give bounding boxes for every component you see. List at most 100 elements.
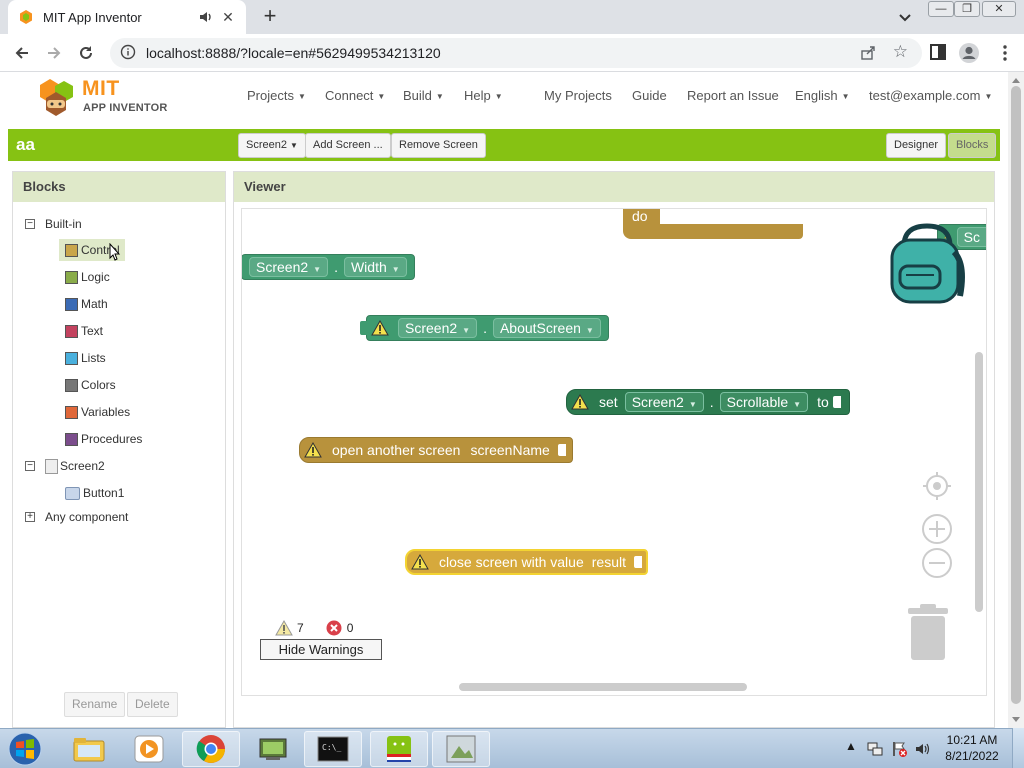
hide-warnings-button[interactable]: Hide Warnings <box>260 639 382 660</box>
menu-build[interactable]: Build ▼ <box>403 88 444 103</box>
show-desktop-button[interactable] <box>1012 728 1024 768</box>
command-prompt-icon[interactable]: C:\_ <box>304 731 362 767</box>
close-screen-label: close screen with value <box>439 554 584 570</box>
workspace-horizontal-scrollbar[interactable] <box>459 683 747 691</box>
zoom-out-icon[interactable] <box>921 547 953 579</box>
chrome-icon[interactable] <box>182 731 240 767</box>
trash-can-icon[interactable] <box>906 604 950 662</box>
bookmark-star-icon[interactable]: ☆ <box>893 42 908 62</box>
file-explorer-icon[interactable] <box>60 731 118 767</box>
drawer-text[interactable]: Text <box>65 320 103 342</box>
device-manager-icon[interactable] <box>244 731 302 767</box>
new-tab-icon[interactable]: + <box>258 5 282 29</box>
warning-icon[interactable] <box>371 320 389 336</box>
minimize-window-icon[interactable]: — <box>928 1 954 17</box>
drawer-logic[interactable]: Logic <box>65 266 110 288</box>
browser-tabstrip: MIT App Inventor ✕ + — ❐ ✕ <box>0 0 1024 34</box>
component-dropdown[interactable]: Screen2 ▼ <box>398 318 478 338</box>
rename-button[interactable]: Rename <box>64 692 126 717</box>
svg-text:C:\_: C:\_ <box>322 743 341 752</box>
about-screen-getter-block[interactable]: Screen2 ▼ . AboutScreen ▼ <box>366 315 609 341</box>
tree-button1[interactable]: Button1 <box>65 482 124 504</box>
warning-icon[interactable] <box>571 394 589 410</box>
close-screen-param: result <box>591 554 626 570</box>
drawer-math[interactable]: Math <box>65 293 108 315</box>
speaker-icon[interactable] <box>198 9 214 25</box>
recenter-icon[interactable] <box>921 470 953 502</box>
component-dropdown[interactable]: Screen2 ▼ <box>249 257 329 277</box>
blocks-button[interactable]: Blocks <box>948 133 997 158</box>
close-window-icon[interactable]: ✕ <box>982 1 1016 17</box>
forward-arrow-icon[interactable] <box>42 41 66 65</box>
menu-help[interactable]: Help ▼ <box>464 88 503 103</box>
add-screen-button[interactable]: Add Screen ... <box>305 133 391 158</box>
backpack-icon[interactable] <box>884 220 970 306</box>
menu-projects[interactable]: Projects ▼ <box>247 88 306 103</box>
property-dropdown[interactable]: Width ▼ <box>343 257 407 277</box>
app-header: MIT APP INVENTOR Projects ▼ Connect ▼ Buil… <box>0 72 1008 122</box>
url-text[interactable]: localhost:8888/?locale=en#56294995342131… <box>146 45 441 61</box>
mit-app-inventor-logo[interactable]: MIT APP INVENTOR <box>36 76 171 118</box>
drawer-procedures[interactable]: Procedures <box>65 428 142 450</box>
drawer-colors[interactable]: Colors <box>65 374 116 396</box>
designer-button[interactable]: Designer <box>886 133 947 158</box>
screen-select[interactable]: Screen2 ▼ <box>238 133 306 158</box>
collapse-icon: − <box>25 461 35 471</box>
side-panel-icon[interactable] <box>928 42 950 64</box>
menu-account[interactable]: test@example.com ▼ <box>869 88 992 103</box>
scroll-down-icon[interactable] <box>1012 717 1020 722</box>
browser-tab[interactable]: MIT App Inventor ✕ <box>8 0 246 34</box>
clock-date: 8/21/2022 <box>945 749 999 763</box>
windows-start-icon[interactable] <box>4 731 46 767</box>
link-my-projects[interactable]: My Projects <box>544 88 612 103</box>
action-center-flag-icon[interactable] <box>890 740 908 758</box>
set-scrollable-block[interactable]: set Screen2 ▼ . Scrollable ▼ to <box>566 389 850 415</box>
profile-avatar-icon[interactable] <box>958 42 980 64</box>
scroll-up-icon[interactable] <box>1012 78 1020 83</box>
property-dropdown[interactable]: AboutScreen ▼ <box>492 318 601 338</box>
show-hidden-icons[interactable]: ▲ <box>845 739 857 753</box>
page-scrollbar-thumb[interactable] <box>1011 86 1021 704</box>
restore-window-icon[interactable]: ❐ <box>954 1 980 17</box>
close-screen-with-value-block[interactable]: close screen with value result <box>405 549 648 575</box>
share-icon[interactable] <box>860 45 876 61</box>
viewer-title: Viewer <box>234 172 994 202</box>
screen-width-getter-block[interactable]: Screen2 ▼ . Width ▼ <box>242 254 415 280</box>
back-arrow-icon[interactable] <box>10 41 34 65</box>
reload-icon[interactable] <box>74 41 98 65</box>
browser-menu-icon[interactable] <box>994 42 1016 64</box>
open-another-screen-block[interactable]: open another screen screenName <box>299 437 573 463</box>
volume-icon[interactable] <box>914 740 932 758</box>
warning-icon[interactable] <box>304 442 322 458</box>
drawer-variables[interactable]: Variables <box>65 401 130 423</box>
chevron-down-icon: ▼ <box>494 92 503 102</box>
system-clock[interactable]: 10:21 AM 8/21/2022 <box>936 732 1008 764</box>
app-window-icon[interactable] <box>432 731 490 767</box>
tree-screen2[interactable]: − Screen2 <box>25 455 105 477</box>
tree-any-component[interactable]: + Any component <box>25 506 128 528</box>
media-player-icon[interactable] <box>120 731 178 767</box>
workspace-vertical-scrollbar[interactable] <box>975 352 983 612</box>
component-dropdown[interactable]: Screen2 ▼ <box>624 392 704 412</box>
page-scrollbar[interactable] <box>1008 72 1024 728</box>
zoom-in-icon[interactable] <box>921 513 953 545</box>
site-info-icon[interactable] <box>120 44 136 63</box>
close-tab-icon[interactable]: ✕ <box>220 9 236 26</box>
event-block-partial[interactable]: do <box>623 209 803 239</box>
network-icon[interactable] <box>866 740 884 758</box>
warning-icon[interactable] <box>411 554 429 570</box>
property-dropdown[interactable]: Scrollable ▼ <box>719 392 809 412</box>
remove-screen-button[interactable]: Remove Screen <box>391 133 486 158</box>
address-bar[interactable]: localhost:8888/?locale=en#56294995342131… <box>110 38 922 68</box>
android-emulator-icon[interactable] <box>370 731 428 767</box>
tab-search-chevron-icon[interactable] <box>896 8 914 26</box>
chevron-down-icon: ▼ <box>290 141 298 150</box>
link-report-issue[interactable]: Report an Issue <box>687 88 779 103</box>
drawer-lists[interactable]: Lists <box>65 347 106 369</box>
tree-builtin[interactable]: − Built-in <box>25 213 82 235</box>
menu-language[interactable]: English ▼ <box>795 88 850 103</box>
app-inventor-favicon <box>18 9 34 25</box>
menu-connect[interactable]: Connect ▼ <box>325 88 385 103</box>
delete-button[interactable]: Delete <box>127 692 178 717</box>
link-guide[interactable]: Guide <box>632 88 667 103</box>
